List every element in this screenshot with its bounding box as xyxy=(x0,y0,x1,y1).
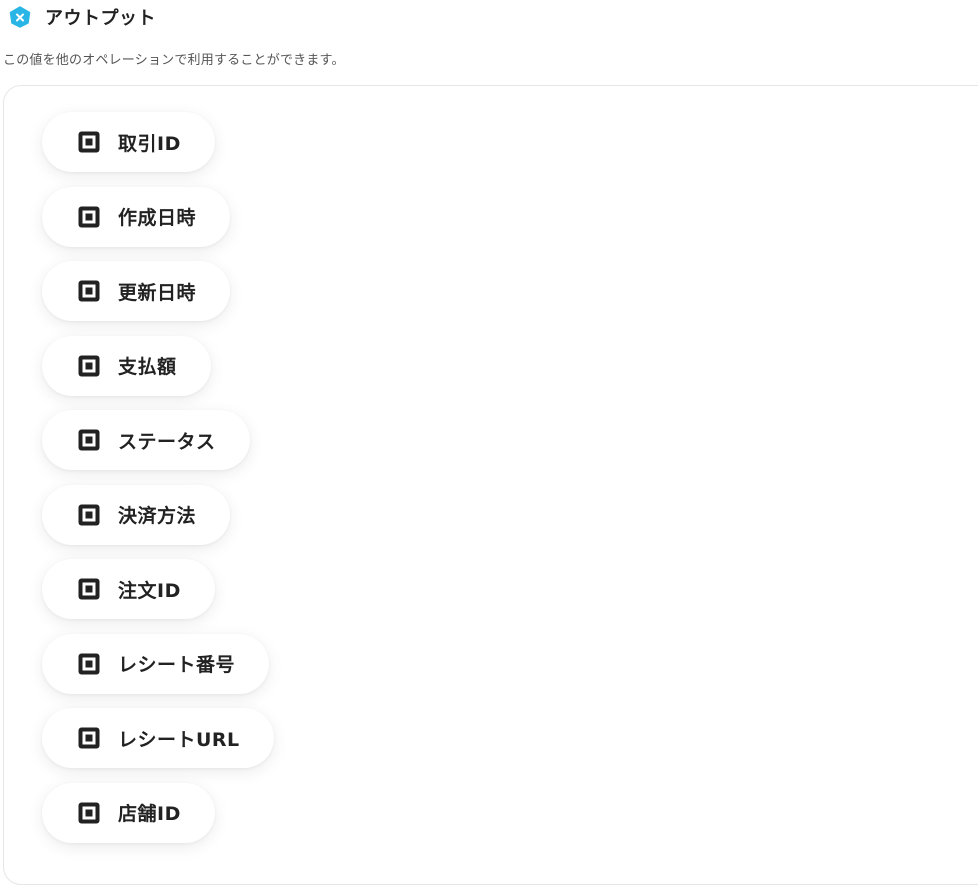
output-chip[interactable]: ステータス xyxy=(42,410,250,470)
section-title: アウトプット xyxy=(45,8,156,29)
square-target-icon xyxy=(77,130,101,154)
output-list: 取引ID 作成日時 更新日時 支払額 ステータス 決済方法 注文ID レシート番… xyxy=(42,112,274,857)
output-label: 支払額 xyxy=(118,356,177,378)
square-target-icon xyxy=(77,801,101,825)
output-label: レシートURL xyxy=(118,728,240,751)
square-target-icon xyxy=(77,652,101,676)
description-text: この値を他のオペレーションで利用することができます。 xyxy=(3,53,345,68)
x-hexagon-logo-icon xyxy=(9,6,31,28)
output-label: 注文ID xyxy=(118,579,181,602)
output-chip[interactable]: 更新日時 xyxy=(42,261,231,321)
square-target-icon xyxy=(77,577,101,601)
output-label: 作成日時 xyxy=(118,207,197,229)
output-chip[interactable]: レシートURL xyxy=(42,708,274,768)
output-label: 店舗ID xyxy=(118,803,181,825)
square-target-icon xyxy=(77,428,101,452)
square-target-icon xyxy=(77,279,101,303)
output-chip[interactable]: 取引ID xyxy=(42,112,215,172)
output-label: 更新日時 xyxy=(118,281,197,304)
output-chip[interactable]: 注文ID xyxy=(42,559,215,619)
output-chip[interactable]: 支払額 xyxy=(42,335,211,396)
output-label: ステータス xyxy=(118,430,216,453)
output-chip[interactable]: レシート番号 xyxy=(42,633,270,694)
output-label: 取引ID xyxy=(118,132,181,155)
square-target-icon xyxy=(77,726,101,750)
square-target-icon xyxy=(77,503,101,527)
output-label: レシート番号 xyxy=(118,654,236,676)
square-target-icon xyxy=(77,205,101,229)
output-chip[interactable]: 店舗ID xyxy=(42,782,215,843)
output-label: 決済方法 xyxy=(118,505,197,527)
outputs-header: アウトプット xyxy=(8,3,156,31)
square-target-icon xyxy=(77,354,101,378)
output-chip[interactable]: 決済方法 xyxy=(42,484,231,545)
output-chip[interactable]: 作成日時 xyxy=(42,186,231,247)
